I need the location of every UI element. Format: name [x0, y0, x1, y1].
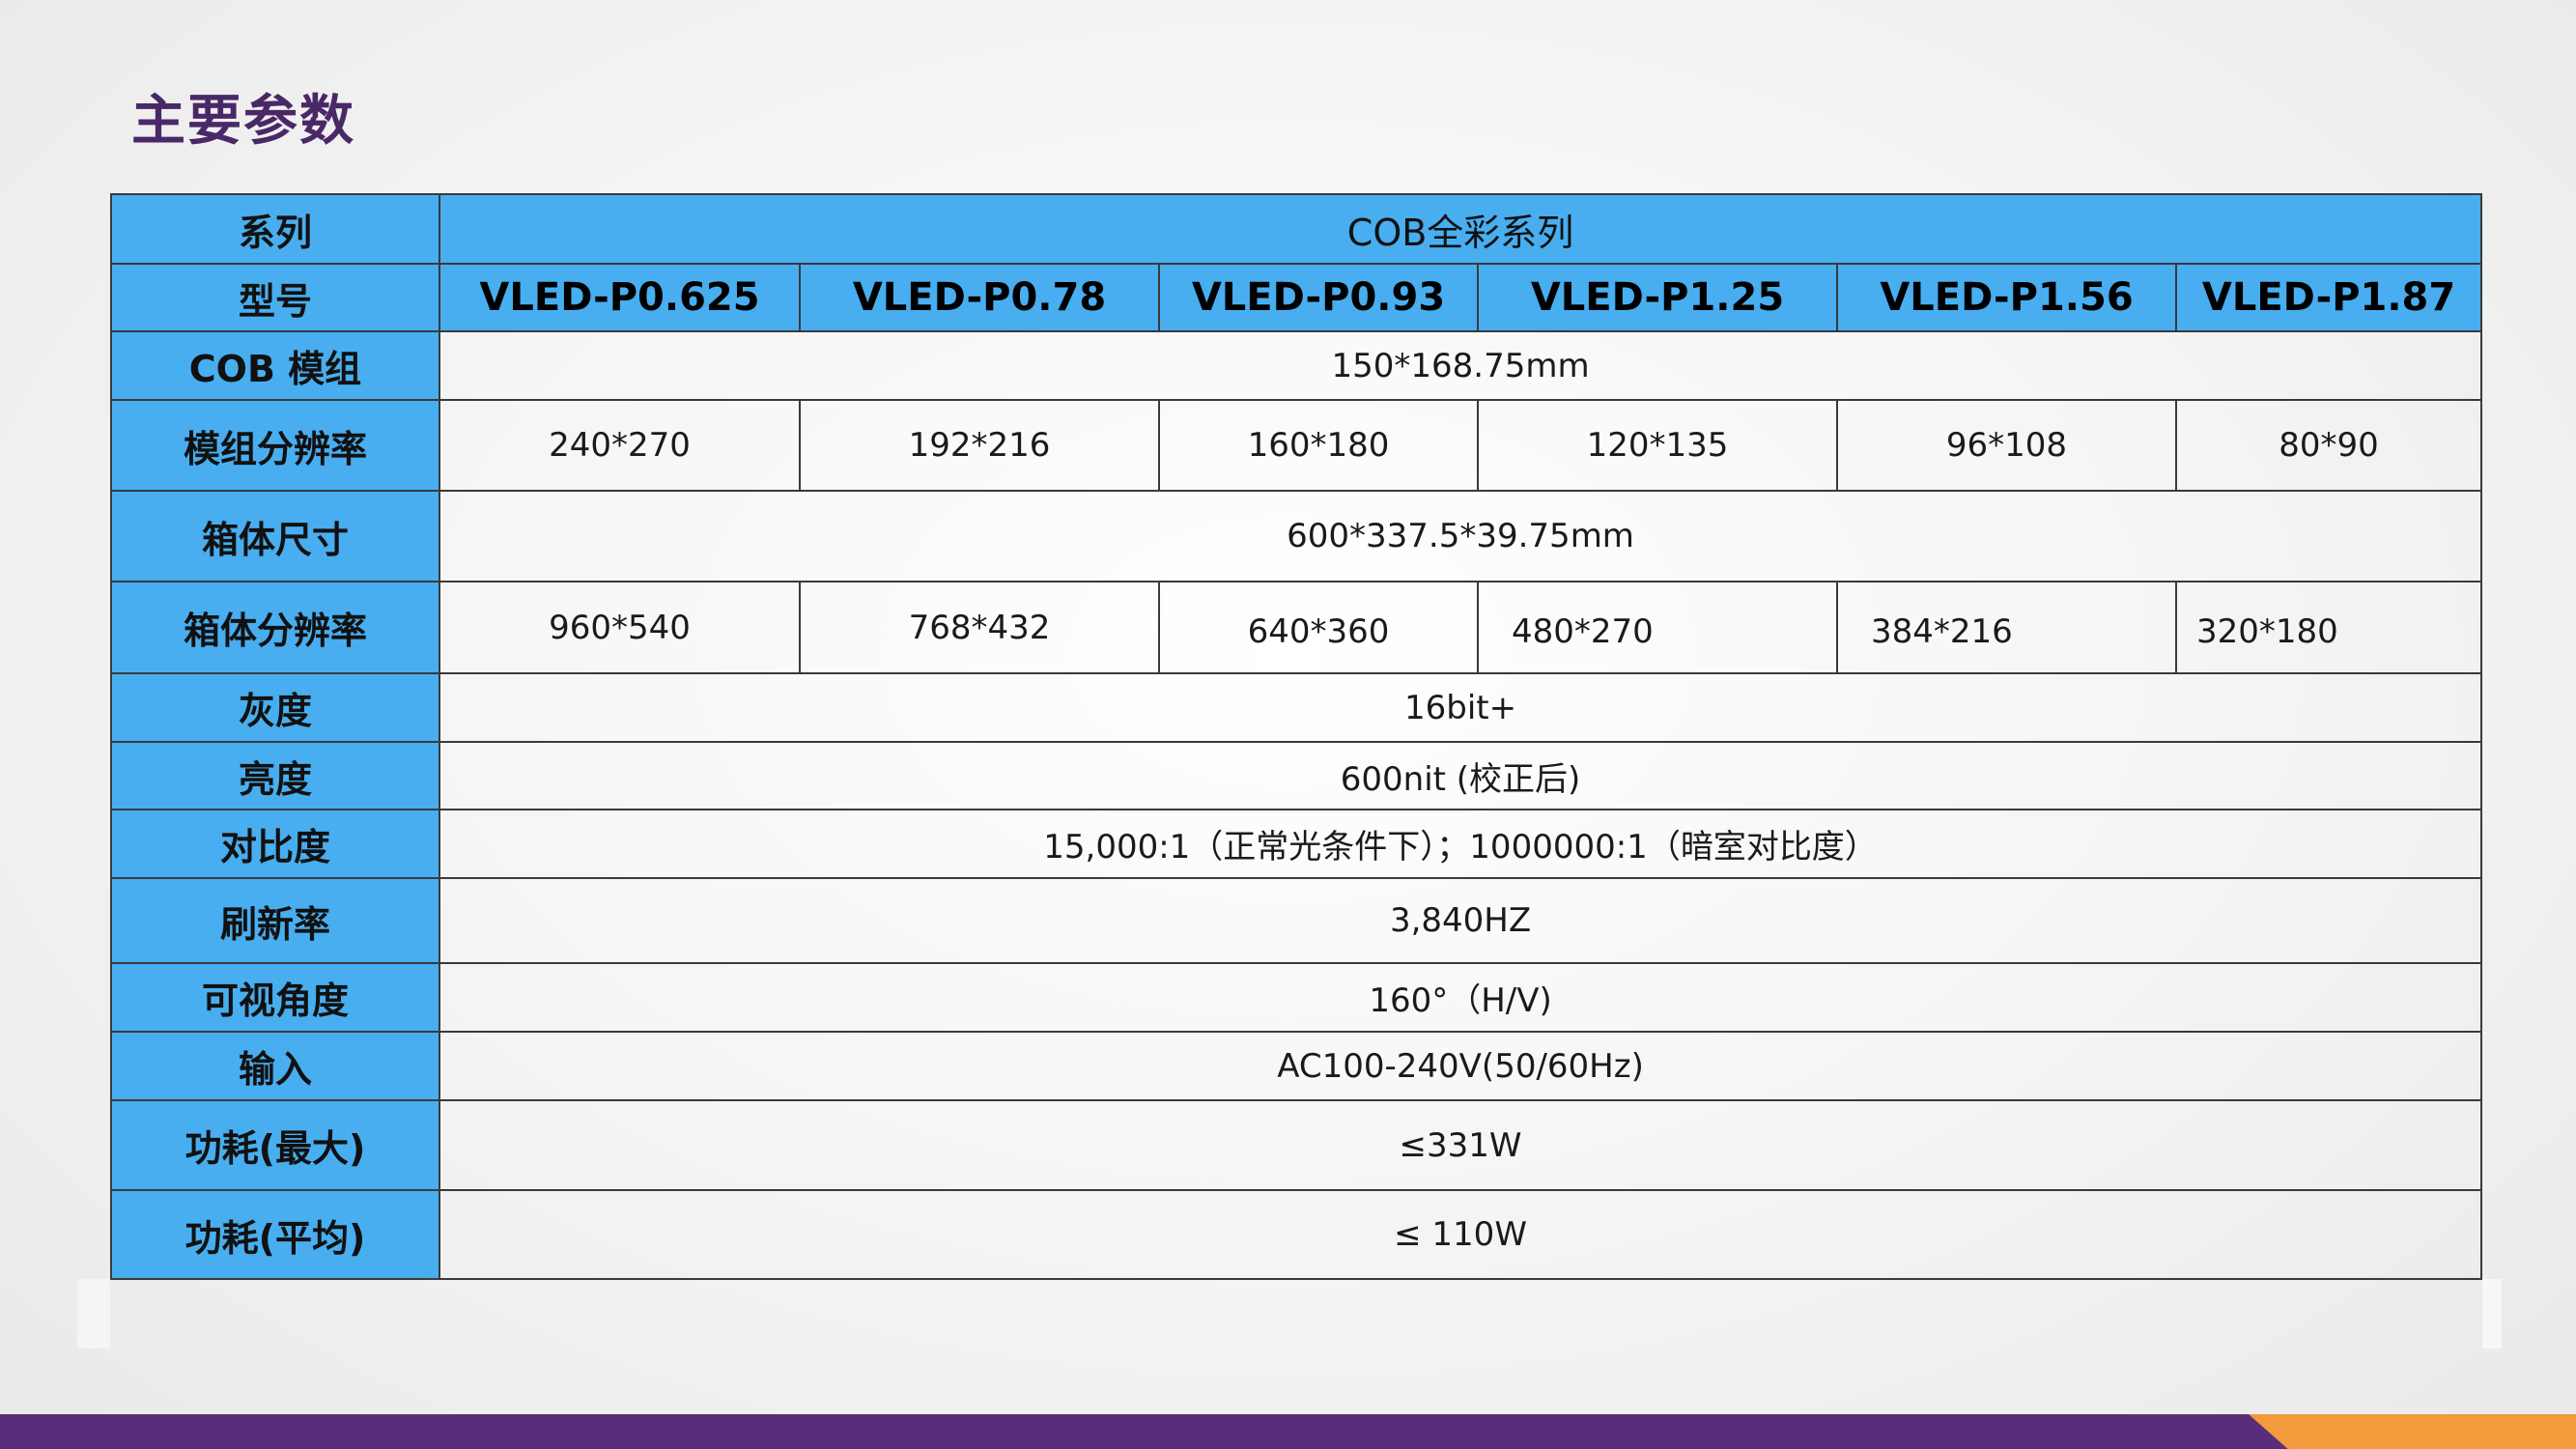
cob-module-label: COB 模组 [110, 330, 440, 401]
cabinet-resolution-cell: 480*270 [1477, 581, 1838, 674]
cob-module-value: 150*168.75mm [438, 330, 2483, 401]
cabinet-size-row: 箱体尺寸 600*337.5*39.75mm [110, 490, 2483, 582]
cabinet-resolution-label: 箱体分辨率 [110, 581, 440, 674]
spec-table: 系列 COB全彩系列 型号 VLED-P0.625 VLED-P0.78 VLE… [110, 193, 2483, 1280]
model-cell: VLED-P0.93 [1158, 263, 1479, 332]
module-resolution-cell: 120*135 [1477, 399, 1838, 492]
cabinet-resolution-cell: 960*540 [439, 581, 801, 674]
cabinet-resolution-cell: 768*432 [799, 581, 1160, 674]
viewing-angle-row: 可视角度 160°（H/V) [110, 962, 2483, 1033]
refresh-rate-row: 刷新率 3,840HZ [110, 877, 2483, 964]
cob-module-row: COB 模组 150*168.75mm [110, 330, 2483, 401]
viewing-angle-label: 可视角度 [110, 962, 440, 1033]
power-max-row: 功耗(最大) ≤331W [110, 1099, 2483, 1191]
power-max-value: ≤331W [438, 1099, 2483, 1191]
left-panel-edge [77, 1279, 110, 1349]
footer-accent [2249, 1414, 2576, 1449]
brightness-value: 600nit (校正后) [438, 741, 2483, 810]
module-resolution-cell: 80*90 [2174, 399, 2483, 492]
grayscale-label: 灰度 [110, 672, 440, 743]
module-resolution-cell: 240*270 [439, 399, 801, 492]
contrast-row: 对比度 15,000:1（正常光条件下）；1000000:1（暗室对比度） [110, 809, 2483, 879]
contrast-value: 15,000:1（正常光条件下）；1000000:1（暗室对比度） [438, 809, 2483, 879]
grayscale-value: 16bit+ [438, 672, 2483, 743]
power-avg-label: 功耗(平均) [110, 1189, 440, 1280]
module-resolution-row: 模组分辨率 240*270 192*216 160*180 120*135 96… [110, 399, 2483, 492]
model-cell: VLED-P0.625 [439, 263, 801, 332]
cabinet-resolution-row: 箱体分辨率 960*540 768*432 640*360 480*270 38… [110, 581, 2483, 674]
module-resolution-cell: 96*108 [1836, 399, 2177, 492]
model-label: 型号 [110, 263, 440, 332]
model-cell: VLED-P1.56 [1836, 263, 2177, 332]
contrast-label: 对比度 [110, 809, 440, 879]
series-row: 系列 COB全彩系列 [110, 193, 2483, 265]
model-cell: VLED-P0.78 [799, 263, 1160, 332]
model-row: 型号 VLED-P0.625 VLED-P0.78 VLED-P0.93 VLE… [110, 263, 2483, 332]
cabinet-resolution-cell: 640*360 [1158, 581, 1479, 674]
brightness-row: 亮度 600nit (校正后) [110, 741, 2483, 810]
series-value: COB全彩系列 [438, 193, 2483, 265]
grayscale-row: 灰度 16bit+ [110, 672, 2483, 743]
series-label: 系列 [110, 193, 440, 265]
module-resolution-cell: 192*216 [799, 399, 1160, 492]
cabinet-size-label: 箱体尺寸 [110, 490, 440, 582]
input-label: 输入 [110, 1031, 440, 1101]
refresh-rate-value: 3,840HZ [438, 877, 2483, 964]
model-cell: VLED-P1.25 [1477, 263, 1838, 332]
input-row: 输入 AC100-240V(50/60Hz) [110, 1031, 2483, 1101]
power-avg-value: ≤ 110W [438, 1189, 2483, 1280]
input-value: AC100-240V(50/60Hz) [438, 1031, 2483, 1101]
module-resolution-cell: 160*180 [1158, 399, 1479, 492]
cabinet-resolution-cell: 320*180 [2174, 581, 2483, 674]
module-resolution-label: 模组分辨率 [110, 399, 440, 492]
page-title: 主要参数 [131, 90, 355, 153]
brightness-label: 亮度 [110, 741, 440, 810]
footer-bar [0, 1414, 2576, 1449]
model-cell: VLED-P1.87 [2174, 263, 2483, 332]
power-max-label: 功耗(最大) [110, 1099, 440, 1191]
viewing-angle-value: 160°（H/V) [438, 962, 2483, 1033]
right-panel-edge [2482, 1279, 2502, 1349]
cabinet-size-value: 600*337.5*39.75mm [438, 490, 2483, 582]
refresh-rate-label: 刷新率 [110, 877, 440, 964]
power-avg-row: 功耗(平均) ≤ 110W [110, 1189, 2483, 1280]
cabinet-resolution-cell: 384*216 [1836, 581, 2177, 674]
